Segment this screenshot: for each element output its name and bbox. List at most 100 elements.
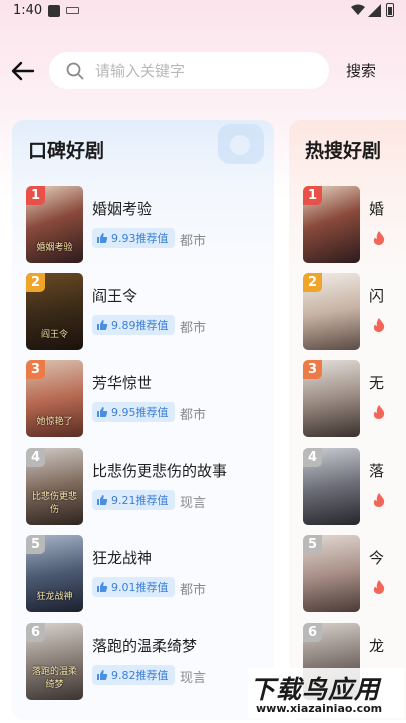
genre-label: 都市 [180, 583, 207, 598]
poster-image: 3 [303, 360, 360, 437]
hot-item-5[interactable]: 5 今 [303, 535, 406, 613]
drama-title: 无 [369, 374, 385, 392]
hot-board: 热搜好剧 1 婚 2 闪 3 无 4 落 5 今 6 龙 [289, 120, 406, 720]
poster-image: 4 [303, 448, 360, 525]
genre-label: 都市 [180, 408, 207, 423]
fire-icon [373, 405, 385, 419]
signal-icon [368, 4, 381, 17]
recommend-tag: 9.95推荐值 [92, 402, 175, 422]
drama-title: 龙 [369, 637, 385, 655]
drama-title: 比悲伤更悲伤的故事 [92, 462, 228, 480]
praise-item-6[interactable]: 落跑的温柔绮梦 6 落跑的温柔绮梦 9.82推荐值 现言 [26, 623, 266, 701]
decorative-bubble-icon [218, 124, 264, 164]
praise-item-2[interactable]: 阎王令 2 阎王令 9.89推荐值 都市 [26, 273, 266, 351]
rank-badge: 5 [303, 535, 322, 554]
rank-badge: 2 [303, 273, 322, 292]
praise-item-5[interactable]: 狂龙战神 5 狂龙战神 9.01推荐值 都市 [26, 535, 266, 613]
drama-title: 婚 [369, 200, 385, 218]
thumbs-up-icon [97, 582, 108, 592]
poster-caption: 婚姻考验 [36, 243, 73, 253]
poster-caption: 落跑的温柔绮梦 [31, 667, 77, 690]
battery-icon [386, 3, 394, 17]
thumbs-up-icon [97, 320, 108, 330]
search-icon [66, 62, 84, 80]
hot-board-title: 热搜好剧 [305, 140, 382, 162]
search-box[interactable] [49, 52, 329, 89]
recommend-score: 9.01推荐值 [111, 581, 169, 594]
recommend-tag: 9.93推荐值 [92, 228, 175, 248]
recommend-tag: 9.01推荐值 [92, 577, 175, 597]
watermark-text: 下载鸟应用 [250, 675, 381, 704]
recommend-score: 9.93推荐值 [111, 232, 169, 245]
rank-badge: 4 [303, 448, 322, 467]
watermark-url: www.xiazainiao.com [256, 702, 383, 715]
rank-badge: 6 [303, 623, 322, 642]
poster-image: 比悲伤更悲伤 4 [26, 448, 83, 525]
poster-image: 她惊艳了 3 [26, 360, 83, 437]
poster-image: 阎王令 2 [26, 273, 83, 350]
rank-badge: 6 [26, 623, 45, 642]
hot-item-4[interactable]: 4 落 [303, 448, 406, 526]
drama-title: 芳华惊世 [92, 374, 153, 392]
poster-caption: 比悲伤更悲伤 [31, 492, 77, 515]
rank-badge: 2 [26, 273, 45, 292]
search-input[interactable] [95, 59, 315, 83]
poster-image: 2 [303, 273, 360, 350]
status-bar: 1:40 [0, 0, 406, 24]
fire-icon [373, 580, 385, 594]
drama-title: 今 [369, 549, 385, 567]
praise-item-1[interactable]: 婚姻考验 1 婚姻考验 9.93推荐值 都市 [26, 186, 266, 264]
thumbs-up-icon [97, 495, 108, 505]
rank-badge: 3 [26, 360, 45, 379]
rank-badge: 3 [303, 360, 322, 379]
recommend-tag: 9.89推荐值 [92, 315, 175, 335]
poster-caption: 她惊艳了 [36, 417, 73, 427]
status-time: 1:40 [13, 3, 43, 18]
search-button[interactable]: 搜索 [346, 60, 376, 81]
drama-title: 闪 [369, 287, 385, 305]
poster-caption: 狂龙战神 [36, 592, 73, 602]
drama-title: 阎王令 [92, 287, 138, 305]
wifi-icon [351, 4, 365, 15]
praise-item-4[interactable]: 比悲伤更悲伤 4 比悲伤更悲伤的故事 9.21推荐值 现言 [26, 448, 266, 526]
poster-image: 狂龙战神 5 [26, 535, 83, 612]
praise-board-title: 口碑好剧 [28, 140, 105, 162]
rank-badge: 1 [303, 186, 322, 205]
drama-title: 落 [369, 462, 385, 480]
thumbs-up-icon [97, 233, 108, 243]
genre-label: 现言 [180, 496, 207, 511]
thumbs-up-icon [97, 407, 108, 417]
site-watermark: 下载鸟应用 www.xiazainiao.com [248, 668, 404, 718]
rank-badge: 4 [26, 448, 45, 467]
recommend-tag: 9.21推荐值 [92, 490, 175, 510]
genre-label: 现言 [180, 671, 207, 686]
poster-image: 婚姻考验 1 [26, 186, 83, 263]
app-notification-icon [48, 5, 60, 17]
keyboard-icon [66, 7, 79, 14]
praise-board: 口碑好剧 婚姻考验 1 婚姻考验 9.93推荐值 都市 阎王令 2 阎王令 9.… [12, 120, 274, 720]
genre-label: 都市 [180, 234, 207, 249]
fire-icon [373, 493, 385, 507]
back-button[interactable] [10, 58, 36, 84]
hot-item-1[interactable]: 1 婚 [303, 186, 406, 264]
fire-icon [373, 231, 385, 245]
hot-item-3[interactable]: 3 无 [303, 360, 406, 438]
drama-title: 狂龙战神 [92, 549, 153, 567]
hot-item-2[interactable]: 2 闪 [303, 273, 406, 351]
poster-image: 5 [303, 535, 360, 612]
drama-title: 婚姻考验 [92, 200, 153, 218]
poster-caption: 阎王令 [40, 330, 68, 340]
recommend-score: 9.21推荐值 [111, 494, 169, 507]
praise-item-3[interactable]: 她惊艳了 3 芳华惊世 9.95推荐值 都市 [26, 360, 266, 438]
rank-badge: 1 [26, 186, 45, 205]
rank-badge: 5 [26, 535, 45, 554]
arrow-left-icon [11, 61, 35, 81]
poster-image: 1 [303, 186, 360, 263]
recommend-score: 9.89推荐值 [111, 319, 169, 332]
recommend-score: 9.95推荐值 [111, 406, 169, 419]
fire-icon [373, 318, 385, 332]
drama-title: 落跑的温柔绮梦 [92, 637, 198, 655]
recommend-tag: 9.82推荐值 [92, 665, 175, 685]
poster-image: 落跑的温柔绮梦 6 [26, 623, 83, 700]
recommend-score: 9.82推荐值 [111, 669, 169, 682]
